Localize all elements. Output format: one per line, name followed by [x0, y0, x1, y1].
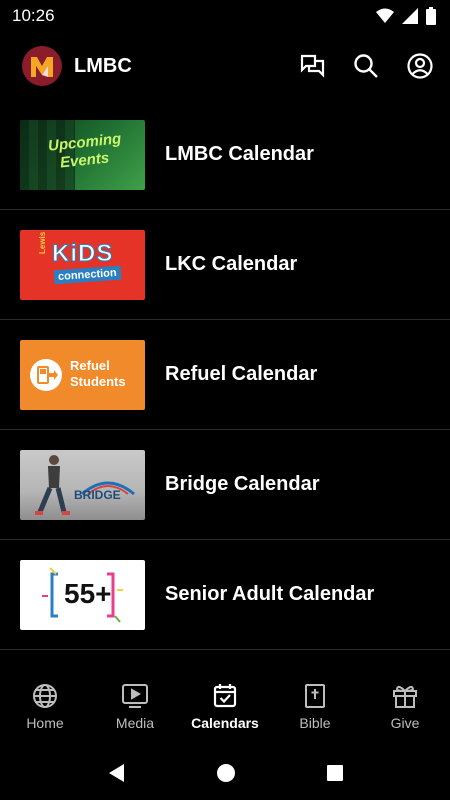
chat-button[interactable] — [298, 52, 326, 80]
app-title: LMBC — [74, 54, 132, 77]
status-icons — [376, 7, 436, 25]
item-label: Senior Adult Calendar — [165, 583, 375, 605]
item-label: Refuel Calendar — [165, 363, 318, 385]
app-bar: LMBC — [0, 40, 450, 92]
battery-icon — [426, 7, 436, 25]
thumb-bridge-text: BRIDGE — [74, 487, 121, 502]
signal-icon — [402, 8, 418, 24]
thumb-bridge: BRIDGE — [20, 449, 145, 520]
fuel-icon — [30, 358, 62, 391]
thumb-lewis-text: Lewis — [38, 231, 47, 254]
app-logo[interactable] — [22, 46, 62, 86]
item-label: LMBC Calendar — [165, 143, 314, 165]
thumb-connection-text: connection — [53, 265, 122, 284]
thumb-55-plus: 55+ — [20, 559, 145, 630]
nav-item-give[interactable]: Give — [360, 672, 450, 742]
item-label: Bridge Calendar — [165, 473, 320, 495]
list-item-senior-adult-calendar[interactable]: 55+ Senior Adult Calendar — [0, 540, 450, 650]
bible-icon — [305, 684, 325, 708]
thumb-kids-text: KiDS — [51, 239, 114, 267]
search-icon — [354, 54, 378, 78]
chat-icon — [300, 54, 325, 78]
account-button[interactable] — [406, 52, 434, 80]
list-item-bridge-calendar[interactable]: BRIDGE Bridge Calendar — [0, 430, 450, 540]
play-icon — [122, 684, 148, 708]
globe-icon — [33, 684, 57, 708]
thumb-refuel-students: Refuel Students — [20, 339, 145, 410]
app-actions — [298, 52, 434, 80]
person-walking-icon — [35, 454, 70, 515]
wifi-icon — [376, 8, 394, 23]
lmbc-logo-icon — [31, 57, 53, 77]
calendar-icon — [213, 684, 237, 708]
gift-icon — [393, 685, 417, 708]
thumb-upcoming-events: Upcoming Events — [20, 119, 145, 190]
nav-item-media[interactable]: Media — [90, 672, 180, 742]
back-button[interactable] — [106, 762, 126, 784]
nav-label-calendars: Calendars — [191, 715, 259, 731]
nav-item-home[interactable]: Home — [0, 672, 90, 742]
thumb-kids-connection: Lewis KiDS connection — [20, 229, 145, 300]
status-time: 10:26 — [12, 6, 55, 25]
bottom-nav: Home Media Calendars Bible Give — [0, 672, 450, 742]
nav-label-bible: Bible — [299, 715, 331, 731]
status-bar: 10:26 — [0, 0, 450, 32]
calendar-list: Upcoming Events LMBC Calendar Lewis KiDS… — [0, 100, 450, 650]
home-button[interactable] — [216, 763, 236, 783]
search-button[interactable] — [352, 52, 380, 80]
list-item-lkc-calendar[interactable]: Lewis KiDS connection LKC Calendar — [0, 210, 450, 320]
list-item-refuel-calendar[interactable]: Refuel Students Refuel Calendar — [0, 320, 450, 430]
nav-item-bible[interactable]: Bible — [270, 672, 360, 742]
item-label: LKC Calendar — [165, 253, 298, 275]
nav-label-give: Give — [390, 715, 420, 731]
thumb-55-text: 55+ — [64, 577, 112, 609]
nav-item-calendars[interactable]: Calendars — [180, 672, 270, 742]
nav-label-home: Home — [26, 715, 64, 731]
thumb-students-text: Students — [70, 373, 126, 389]
list-item-lmbc-calendar[interactable]: Upcoming Events LMBC Calendar — [0, 100, 450, 210]
system-nav-bar — [0, 745, 450, 800]
recents-button[interactable] — [326, 764, 344, 782]
nav-label-media: Media — [115, 715, 155, 731]
thumb-refuel-text: Refuel — [70, 357, 110, 373]
account-icon — [407, 53, 433, 79]
